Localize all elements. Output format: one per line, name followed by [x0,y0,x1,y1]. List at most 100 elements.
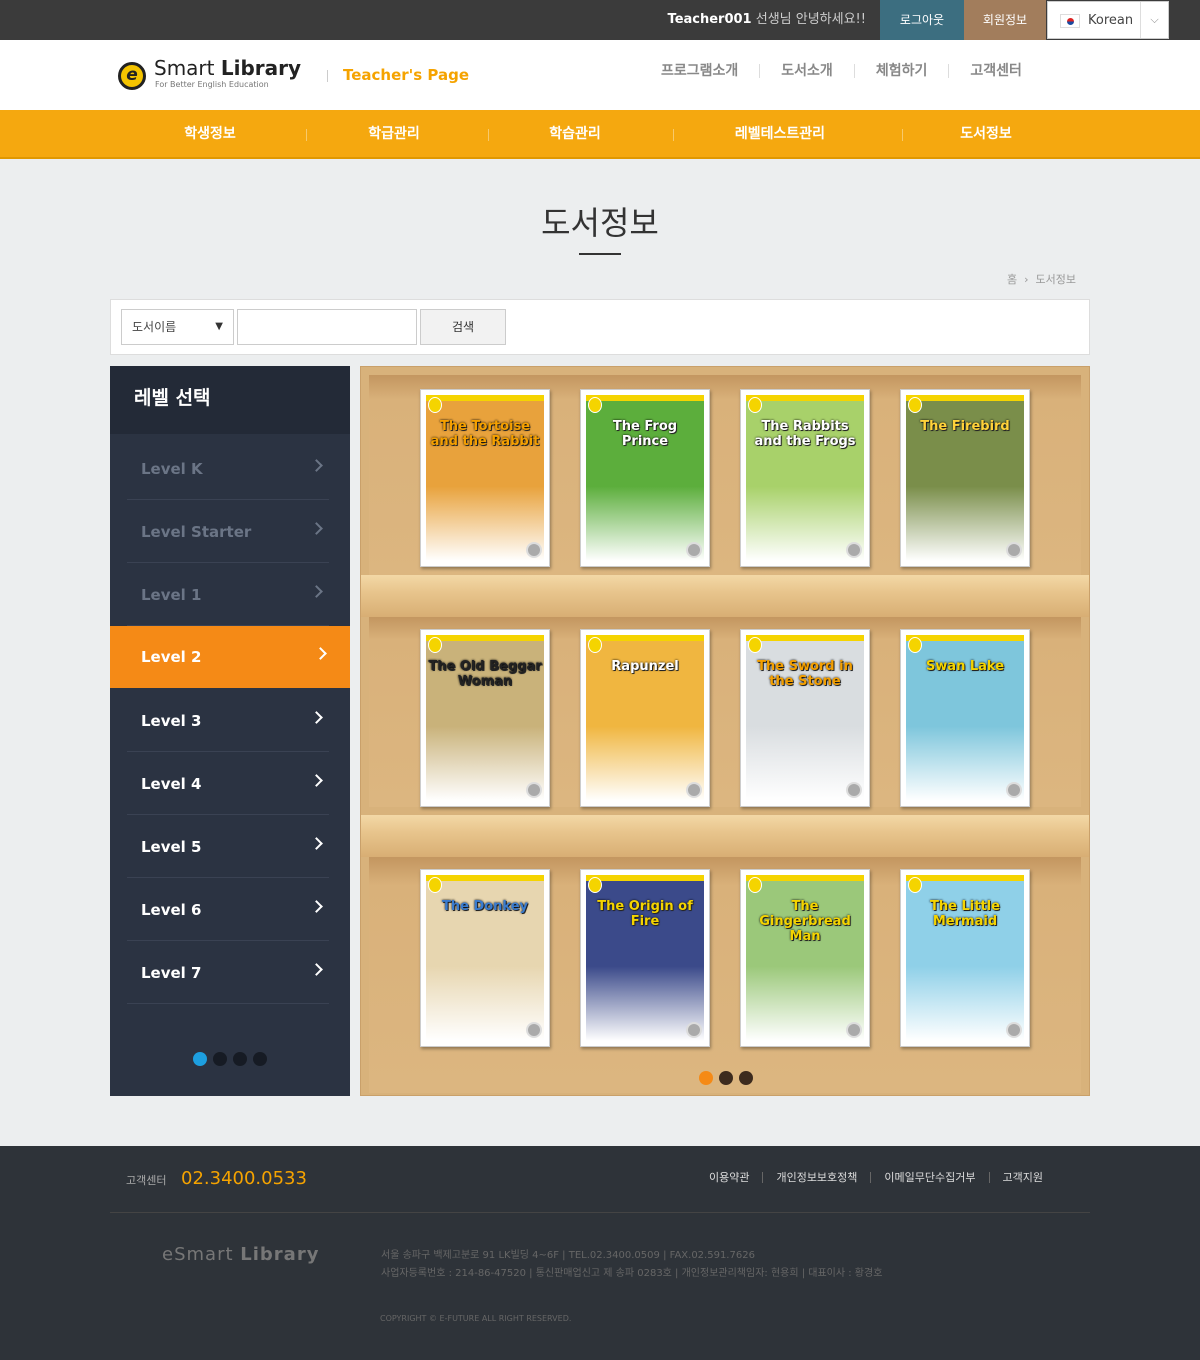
chevron-right-icon [310,711,323,724]
company-address: 서울 송파구 백제고분로 91 LK빌딩 4~6F | TEL.02.3400.… [381,1247,882,1283]
cover-art: Swan Lake [906,635,1024,801]
logo-e-icon[interactable]: e [118,62,146,90]
series-band [586,635,704,641]
cd-icon [1006,542,1022,558]
book-cover[interactable]: The Frog Prince [580,389,710,567]
mnav-level-test[interactable]: 레벨테스트관리 [715,110,845,158]
pagination-dot[interactable] [719,1071,733,1085]
series-logo-icon [748,397,762,413]
copyright: COPYRIGHT © E-FUTURE ALL RIGHT RESERVED. [380,1314,572,1323]
sidebar-level-item[interactable]: Level 3 [127,690,329,752]
pagination-dot[interactable] [739,1071,753,1085]
pagination-dot[interactable] [253,1052,267,1066]
footer-link-support[interactable]: 고객지원 [988,1172,1056,1183]
search-input[interactable] [237,309,417,345]
mnav-divider [673,129,674,141]
book-cover[interactable]: The Old Beggar Woman [420,629,550,807]
cover-art: The Old Beggar Woman [426,635,544,801]
book-cover[interactable]: The Sword in the Stone [740,629,870,807]
logo-title[interactable]: Smart Library [154,56,301,80]
search-type-select[interactable]: 도서이름 [121,309,234,345]
series-logo-icon [908,877,922,893]
teachers-page-label: Teacher's Page [343,66,470,84]
gnav-program[interactable]: 프로그램소개 [640,64,759,78]
breadcrumb: 홈 › 도서정보 [1007,273,1076,286]
series-logo-icon [428,397,442,413]
top-bar: Teacher001 선생님 안녕하세요!! 로그아웃 회원정보 Korean … [0,0,1200,40]
mnav-class-manage[interactable]: 학급관리 [344,110,444,158]
language-select[interactable]: Korean ⌵ [1047,1,1169,39]
book-cover[interactable]: The Origin of Fire [580,869,710,1047]
pagination-dot[interactable] [233,1052,247,1066]
cd-icon [526,782,542,798]
book-title: The Origin of Fire [597,899,693,929]
footer-logo-b: Library [240,1244,320,1265]
gnav-trial[interactable]: 체험하기 [853,64,949,78]
footer-link-email[interactable]: 이메일무단수집거부 [870,1172,988,1183]
sidebar-level-item[interactable]: Level K [127,438,329,500]
chevron-right-icon [310,585,323,598]
gnav-books[interactable]: 도서소개 [759,64,854,78]
book-cover[interactable]: Rapunzel [580,629,710,807]
mnav-divider [488,129,489,141]
book-cover[interactable]: The Tortoise and the Rabbit [420,389,550,567]
series-logo-icon [588,397,602,413]
series-band [906,635,1024,641]
book-cover[interactable]: Swan Lake [900,629,1030,807]
sidebar-level-item[interactable]: Level 5 [127,816,329,878]
sidebar-level-item[interactable]: Level 1 [127,564,329,626]
mnav-student-info[interactable]: 학생정보 [160,110,260,158]
username: Teacher001 [667,12,752,27]
chevron-right-icon [310,522,323,535]
book-cover[interactable]: The Gingerbread Man [740,869,870,1047]
search-button[interactable]: 검색 [420,309,506,345]
sidebar-level-item[interactable]: Level 4 [127,753,329,815]
logout-button[interactable]: 로그아웃 [880,0,964,40]
level-label: Level 1 [141,586,202,604]
greeting: Teacher001 선생님 안녕하세요!! [668,0,866,40]
mnav-book-info[interactable]: 도서정보 [936,110,1036,158]
breadcrumb-home[interactable]: 홈 [1007,273,1017,286]
book-cover[interactable]: The Firebird [900,389,1030,567]
footer-link-terms[interactable]: 이용약관 [696,1172,762,1183]
pagination-dot[interactable] [193,1052,207,1066]
book-cover[interactable]: The Little Mermaid [900,869,1030,1047]
mnav-study-manage[interactable]: 학습관리 [525,110,625,158]
chevron-right-icon [310,837,323,850]
level-label: Level 5 [141,838,202,856]
sidebar-level-item[interactable]: Level 6 [127,879,329,941]
shelf-pagination [699,1071,753,1085]
book-title: The Donkey [441,899,529,914]
address-line: 서울 송파구 백제고분로 91 LK빌딩 4~6F | TEL.02.3400.… [381,1250,755,1261]
search-box: 도서이름 검색 [110,299,1090,355]
cover-art: The Frog Prince [586,395,704,561]
cover-art: The Rabbits and the Frogs [746,395,864,561]
cover-art: The Firebird [906,395,1024,561]
cs-number: 02.3400.0533 [181,1168,307,1189]
series-logo-icon [748,877,762,893]
series-logo-icon [428,877,442,893]
main-nav: 학생정보 학급관리 학습관리 레벨테스트관리 도서정보 [0,110,1200,159]
cover-art: The Origin of Fire [586,875,704,1041]
member-info-button[interactable]: 회원정보 [964,0,1046,40]
book-cover[interactable]: The Donkey [420,869,550,1047]
bookshelf: The Tortoise and the Rabbit The Frog Prin… [360,366,1090,1096]
cover-art: The Donkey [426,875,544,1041]
level-sidebar: 레벨 선택 Level K Level Starter Level 1 Level 2… [110,366,350,1096]
korea-flag-icon [1060,14,1080,28]
book-cover[interactable]: The Rabbits and the Frogs [740,389,870,567]
footer-logo-a: eSmart [162,1244,234,1265]
sidebar-level-item[interactable]: Level 2 [110,626,350,688]
footer-link-privacy[interactable]: 개인정보보호정책 [762,1172,870,1183]
pagination-dot[interactable] [213,1052,227,1066]
cover-art: The Gingerbread Man [746,875,864,1041]
series-band [586,875,704,881]
gnav-support[interactable]: 고객센터 [948,64,1043,78]
sidebar-level-item[interactable]: Level Starter [127,501,329,563]
book-title: The Little Mermaid [930,899,1000,929]
sidebar-level-item[interactable]: Level 7 [127,942,329,1004]
cd-icon [686,542,702,558]
pagination-dot[interactable] [699,1071,713,1085]
sidebar-pagination [193,1052,267,1066]
book-title: The Sword in the Stone [757,659,853,689]
